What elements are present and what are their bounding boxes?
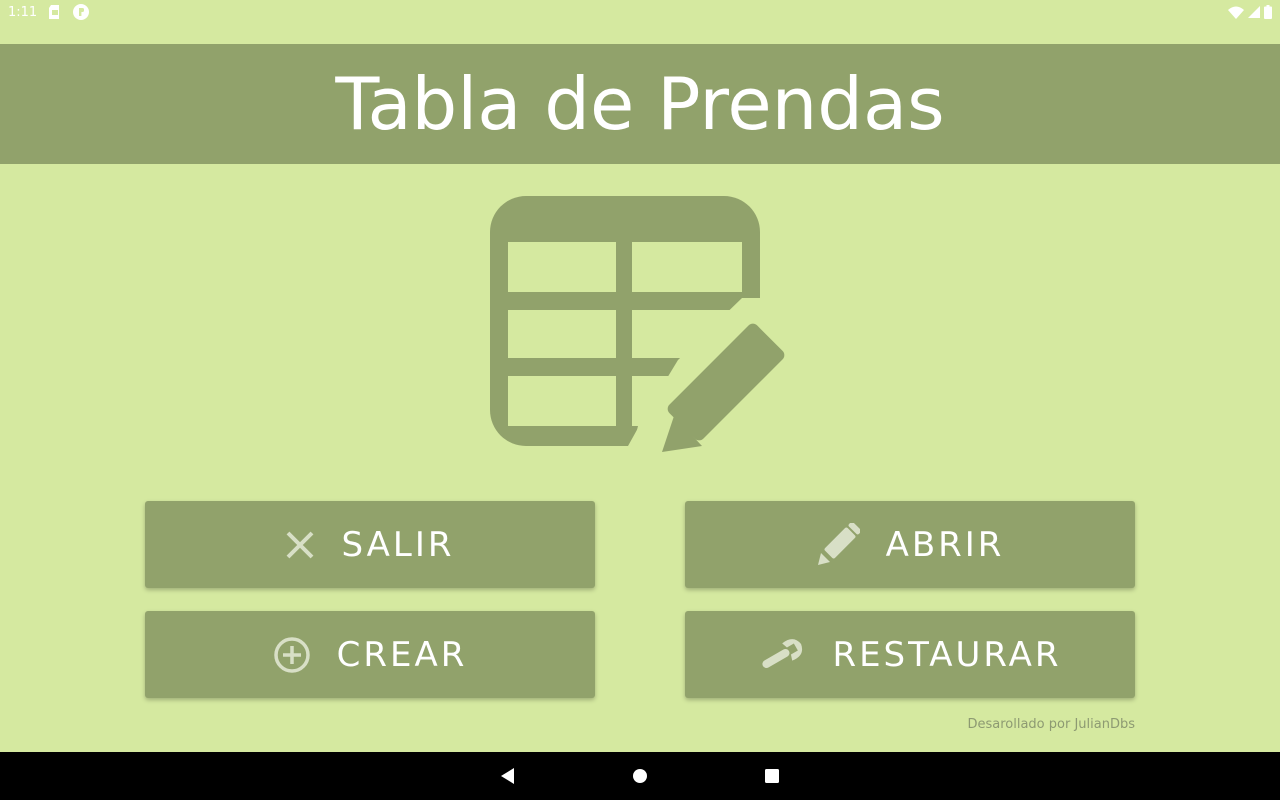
status-left: 1:11 — [8, 4, 90, 20]
signal-icon — [1248, 6, 1260, 18]
recents-icon[interactable] — [760, 764, 784, 788]
notification-app-icon — [73, 4, 90, 20]
title-bar: Tabla de Prendas — [0, 44, 1280, 164]
page-title: Tabla de Prendas — [335, 62, 945, 146]
restore-button-label: RESTAURAR — [832, 634, 1062, 675]
battery-icon — [1264, 5, 1272, 19]
home-icon[interactable] — [628, 764, 652, 788]
navigation-bar — [0, 752, 1280, 800]
developer-credit: Desarollado por JulianDbs — [967, 717, 1135, 732]
create-button[interactable]: CREAR — [145, 611, 595, 698]
status-time: 1:11 — [8, 4, 38, 20]
open-button[interactable]: ABRIR — [685, 501, 1135, 588]
open-button-label: ABRIR — [885, 524, 1005, 565]
exit-button-label: SALIR — [341, 524, 455, 565]
status-right — [1228, 5, 1272, 19]
sd-card-icon — [49, 5, 61, 19]
pencil-icon — [816, 522, 860, 567]
add-circle-icon — [273, 636, 311, 674]
restore-button[interactable]: RESTAURAR — [685, 611, 1135, 698]
create-button-label: CREAR — [336, 634, 468, 675]
close-icon — [285, 530, 315, 560]
table-edit-icon — [488, 194, 794, 456]
exit-button[interactable]: SALIR — [145, 501, 595, 588]
wrench-icon — [758, 637, 806, 673]
back-icon[interactable] — [496, 764, 520, 788]
status-bar: 1:11 — [0, 0, 1280, 24]
wifi-icon — [1228, 6, 1244, 19]
